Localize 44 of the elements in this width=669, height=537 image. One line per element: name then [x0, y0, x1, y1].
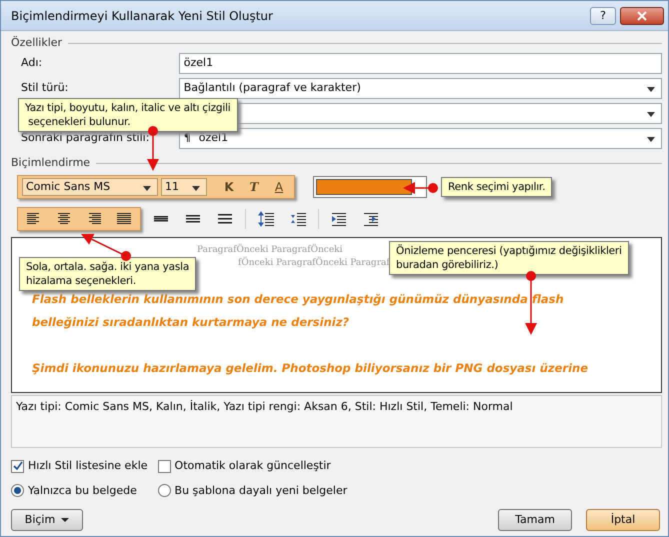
- preview-text: Flash belleklerin kullanımının son derece yaygınlaştığı günümüz dünyasında flash: [32, 291, 564, 308]
- caret-icon: [61, 516, 70, 523]
- section-title: Özellikler: [11, 34, 62, 51]
- italic-button[interactable]: T: [243, 178, 265, 196]
- preview-sample-text: fÖnceki ParagrafÖnceki Paragraf: [238, 257, 390, 270]
- close-button[interactable]: [620, 6, 664, 24]
- checkbox[interactable]: [158, 460, 171, 473]
- checkbox[interactable]: [11, 460, 24, 473]
- paragraph-mark: ¶: [184, 130, 191, 146]
- checkbox-label: Otomatik olarak güncelleştir: [174, 458, 331, 474]
- preview-text: Şimdi ikonunuzu hazırlamaya gelelim. Photoshop biliyorsanız bir PNG dosyası üzerine: [32, 360, 588, 377]
- close-icon: [637, 10, 647, 20]
- pointer-arrow: [147, 126, 159, 171]
- section-title: Biçimlendirme: [11, 154, 90, 171]
- annotation-tooltip: Önizleme penceresi (yaptığımız değişiklikleri buradan görebiliriz.): [389, 241, 629, 275]
- help-button[interactable]: ?: [590, 6, 616, 24]
- font-dropdown[interactable]: Comic Sans MS: [22, 178, 158, 196]
- radio-button[interactable]: [158, 484, 171, 498]
- annotation-tooltip: Renk seçimi yapılır.: [441, 177, 552, 197]
- dropdown-field[interactable]: ¶ özel1: [178, 128, 662, 149]
- field-label: Stil türü:: [21, 80, 70, 96]
- field-label: Adı:: [21, 55, 44, 72]
- radio-button[interactable]: [11, 484, 24, 498]
- window-title: Biçimlendirmeyi Kullanarak Yeni Stil Oluştur: [11, 8, 274, 24]
- ok-button[interactable]: Tamam: [498, 509, 572, 531]
- bold-button[interactable]: K: [218, 178, 240, 196]
- preview-text: belleğinizi sıradanlıktan kurtarmaya ne dersiniz?: [32, 314, 350, 331]
- style-description: Yazı tipi: Comic Sans MS, Kalın, İtalik, Yazı tipi rengi: Aksan 6, Stil: Hızlı Stil, Temeli: Normal: [11, 395, 662, 448]
- radio-label: Yalnızca bu belgede: [28, 482, 137, 498]
- format-button[interactable]: Biçim: [11, 509, 83, 531]
- color-picker[interactable]: [313, 176, 427, 198]
- preview-sample-text: ParagrafÖnceki ParagrafÖnceki: [197, 244, 342, 256]
- size-dropdown[interactable]: 11: [161, 178, 207, 196]
- field-label: Sonraki paragrafın stili:: [21, 130, 150, 146]
- pointer-arrow: [81, 234, 131, 261]
- radio-label: Bu şablona dayalı yeni belgeler: [174, 482, 348, 498]
- cancel-button[interactable]: İptal: [586, 509, 660, 531]
- dropdown-field[interactable]: Bağlantılı (paragraf ve karakter): [178, 78, 662, 99]
- checkbox-label: Hızlı Stil listesine ekle: [28, 458, 148, 474]
- font-color-button[interactable]: A: [268, 178, 290, 196]
- annotation-tooltip: Yazı tipi, boyutu, kalın, italic ve altı çizgili seçenekleri bulunur.: [18, 98, 238, 132]
- pointer-arrow: [403, 182, 438, 194]
- annotation-tooltip: Sola, ortala. sağa. iki yana yasla hizalama seçenekleri.: [19, 257, 196, 291]
- input-field[interactable]: özel1: [178, 53, 662, 74]
